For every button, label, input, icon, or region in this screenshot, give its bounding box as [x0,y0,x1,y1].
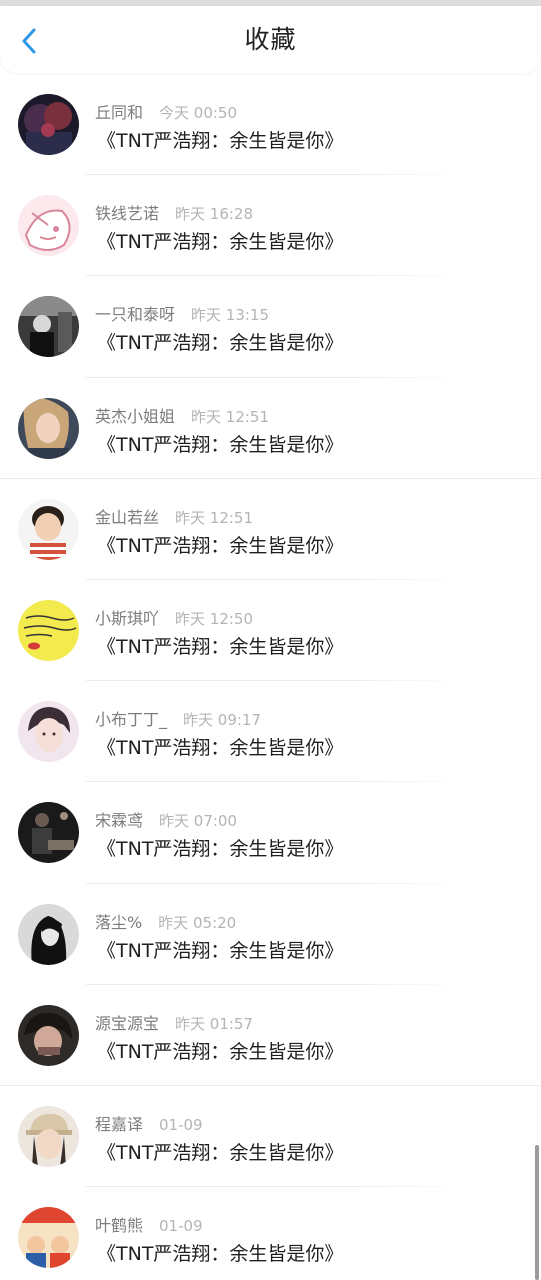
avatar [18,498,79,560]
list-item[interactable]: 铁线艺诺 昨天 16:28 《TNT严浩翔：余生皆是你》 [0,175,541,277]
item-title: 《TNT严浩翔：余生皆是你》 [97,1040,344,1063]
username: 宋霖鸢 [95,811,144,831]
timestamp: 01-09 [159,1115,203,1134]
item-title: 《TNT严浩翔：余生皆是你》 [97,737,344,760]
item-title: 《TNT严浩翔：余生皆是你》 [97,231,344,254]
timestamp: 昨天 12:51 [191,407,270,426]
avatar [18,94,79,155]
avatar [18,1207,79,1269]
item-header: 小斯琪吖 昨天 12:50 [95,605,253,629]
username: 程嘉译 [95,1114,144,1134]
timestamp: 昨天 05:20 [158,913,237,932]
username: 小布丁丁_ [95,710,168,730]
favorites-list: 丘同和 今天 00:50 《TNT严浩翔：余生皆是你》 铁线艺诺 昨天 16:28 … [0,74,541,1280]
list-item[interactable]: 小斯琪吖 昨天 12:50 《TNT严浩翔：余生皆是你》 [0,580,541,682]
avatar [18,903,79,965]
item-header: 程嘉译 01-09 [95,1111,203,1135]
timestamp: 昨天 16:28 [175,205,254,224]
item-header: 小布丁丁_ 昨天 09:17 [95,706,261,730]
list-item[interactable]: 小布丁丁_ 昨天 09:17 《TNT严浩翔：余生皆是你》 [0,681,541,783]
item-header: 叶鹤熊 01-09 [95,1212,203,1236]
scrollbar[interactable] [535,1145,539,1280]
avatar [18,1105,79,1167]
chevron-left-icon [22,28,36,54]
timestamp: 昨天 12:51 [175,508,254,527]
timestamp: 01-09 [159,1217,203,1236]
item-header: 源宝源宝 昨天 01:57 [95,1010,253,1034]
item-title: 《TNT严浩翔：余生皆是你》 [97,939,344,962]
username: 叶鹤熊 [95,1216,144,1236]
page-title: 收藏 [244,25,297,54]
list-item[interactable]: 金山若丝 昨天 12:51 《TNT严浩翔：余生皆是你》 [0,479,541,580]
avatar [18,1004,79,1066]
item-title: 《TNT严浩翔：余生皆是你》 [97,1141,344,1164]
avatar [18,296,79,358]
timestamp: 昨天 13:15 [191,306,270,325]
username: 金山若丝 [95,507,160,527]
timestamp: 昨天 09:17 [183,711,262,730]
item-header: 丘同和 今天 00:50 [95,99,237,123]
item-header: 宋霖鸢 昨天 07:00 [95,807,237,831]
list-item[interactable]: 落尘% 昨天 05:20 《TNT严浩翔：余生皆是你》 [0,884,541,985]
username: 英杰小姐姐 [95,406,176,426]
avatar [18,802,79,864]
timestamp: 昨天 07:00 [159,812,238,831]
list-item[interactable]: 宋霖鸢 昨天 07:00 《TNT严浩翔：余生皆是你》 [0,782,541,884]
list-item[interactable]: 丘同和 今天 00:50 《TNT严浩翔：余生皆是你》 [0,74,541,176]
timestamp: 昨天 01:57 [175,1014,254,1033]
username: 小斯琪吖 [95,608,160,628]
item-title: 《TNT严浩翔：余生皆是你》 [97,635,344,658]
avatar [18,195,79,257]
list-item[interactable]: 一只和泰呀 昨天 13:15 《TNT严浩翔：余生皆是你》 [0,276,541,378]
avatar [18,701,79,763]
list-item[interactable]: 叶鹤熊 01-09 《TNT严浩翔：余生皆是你》 [0,1187,541,1280]
timestamp: 今天 00:50 [159,104,238,122]
avatar [18,397,79,459]
item-header: 金山若丝 昨天 12:51 [95,504,253,528]
top-navigation-bar: 收藏 [0,6,541,73]
username: 铁线艺诺 [95,204,160,224]
item-title: 《TNT严浩翔：余生皆是你》 [97,1243,344,1266]
item-header: 英杰小姐姐 昨天 12:51 [95,403,269,427]
item-title: 《TNT严浩翔：余生皆是你》 [97,433,344,456]
item-header: 一只和泰呀 昨天 13:15 [95,301,269,325]
username: 落尘% [95,912,143,932]
back-button[interactable] [12,24,46,58]
list-item[interactable]: 英杰小姐姐 昨天 12:51 《TNT严浩翔：余生皆是你》 [0,378,541,479]
username: 源宝源宝 [95,1013,160,1033]
avatar [18,599,79,661]
item-header: 铁线艺诺 昨天 16:28 [95,200,253,224]
item-title: 《TNT严浩翔：余生皆是你》 [97,332,344,355]
item-title: 《TNT严浩翔：余生皆是你》 [97,534,344,557]
timestamp: 昨天 12:50 [175,609,254,628]
list-item[interactable]: 源宝源宝 昨天 01:57 《TNT严浩翔：余生皆是你》 [0,985,541,1086]
list-item[interactable]: 程嘉译 01-09 《TNT严浩翔：余生皆是你》 [0,1086,541,1188]
item-title: 《TNT严浩翔：余生皆是你》 [97,838,344,861]
username: 丘同和 [95,103,144,122]
item-title: 《TNT严浩翔：余生皆是你》 [97,130,344,152]
username: 一只和泰呀 [95,305,176,325]
item-header: 落尘% 昨天 05:20 [95,909,236,933]
